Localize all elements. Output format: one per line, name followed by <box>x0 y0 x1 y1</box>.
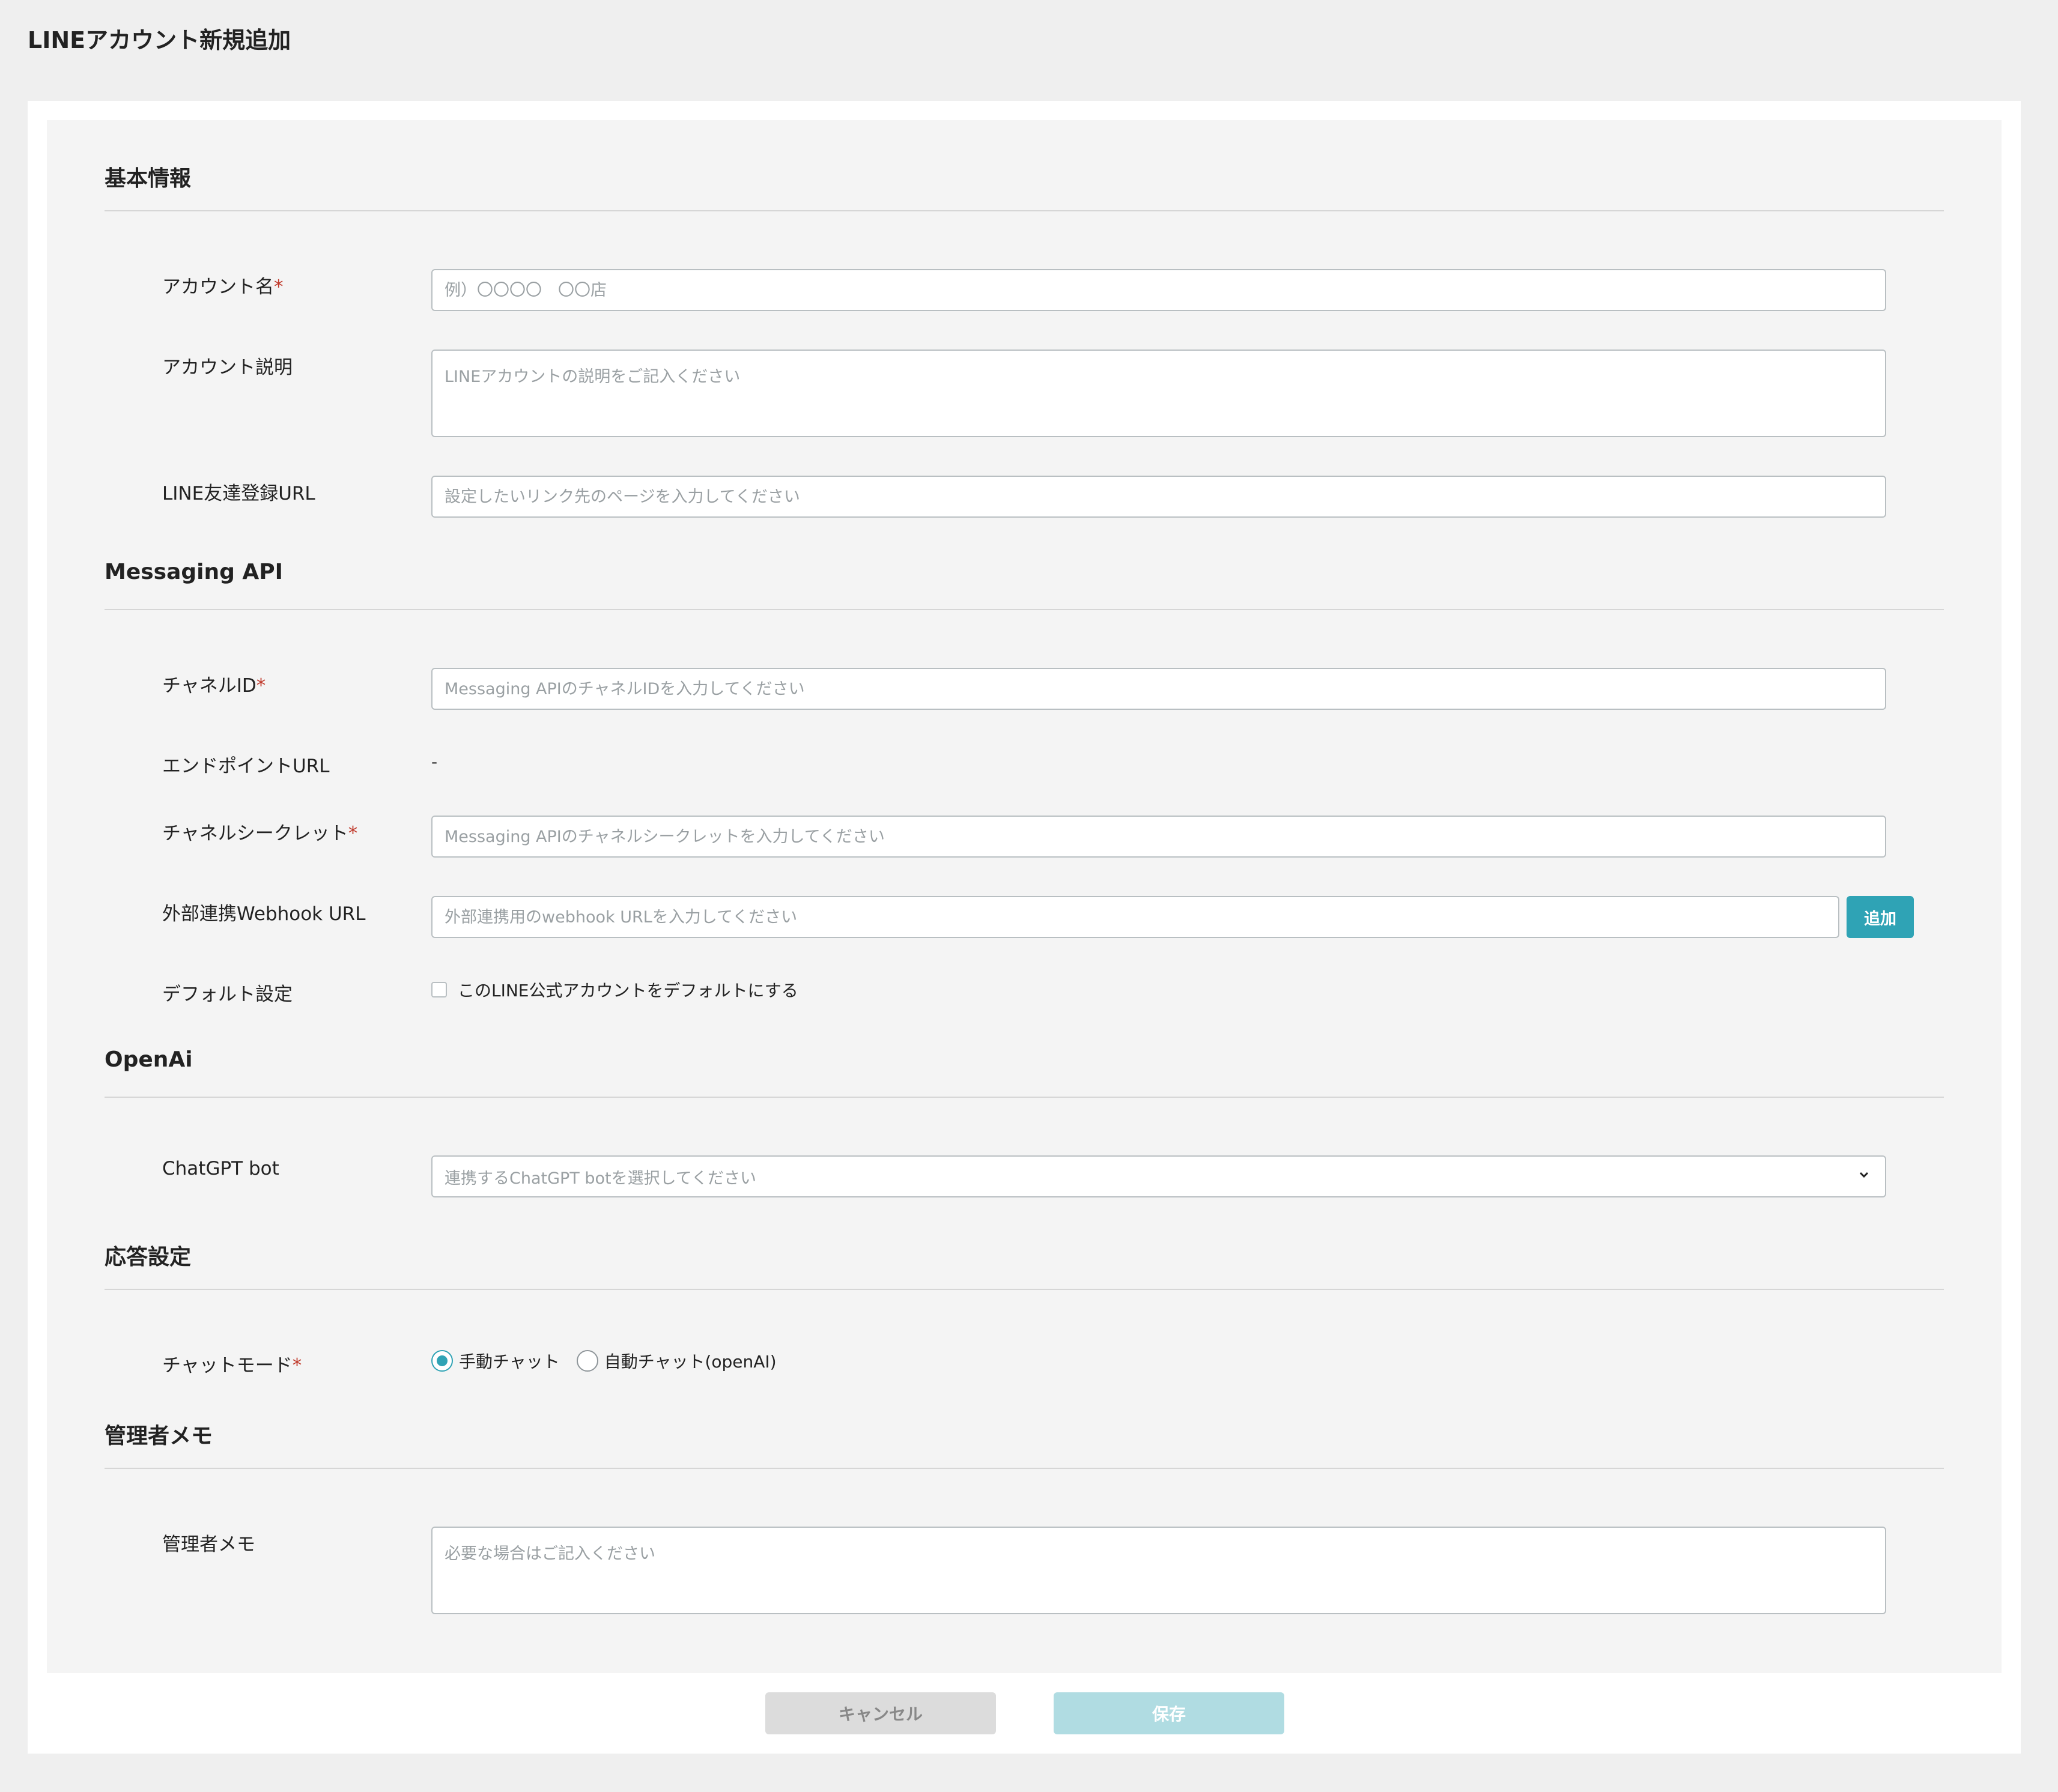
account-desc-label: アカウント説明 <box>162 357 293 378</box>
form-panel: 基本情報 アカウント名* アカウント説明 LINE友達登録URL Messagi… <box>47 120 2002 1673</box>
auto-chat-radio[interactable] <box>576 1350 598 1372</box>
channel-id-input[interactable] <box>431 668 1886 710</box>
channel-secret-label: チャネルシークレット* <box>162 818 357 845</box>
channel-id-label-text: チャネルID <box>162 675 256 697</box>
chat-mode-radio-group: 手動チャット 自動チャット(openAI) <box>431 1349 794 1373</box>
webhook-url-input[interactable] <box>431 896 1839 938</box>
default-checkbox-label: このLINE公式アカウントをデフォルトにする <box>458 981 798 1000</box>
account-desc-textarea[interactable] <box>431 350 1886 437</box>
required-mark: * <box>292 1355 302 1376</box>
admin-memo-label: 管理者メモ <box>162 1534 255 1555</box>
section-divider <box>105 609 1944 610</box>
form-card: 基本情報 アカウント名* アカウント説明 LINE友達登録URL Messagi… <box>28 101 2021 1754</box>
chevron-down-icon <box>1857 1167 1871 1185</box>
default-checkbox-row[interactable]: このLINE公式アカウントをデフォルトにする <box>431 978 798 1002</box>
admin-memo-textarea[interactable] <box>431 1527 1886 1614</box>
section-divider <box>105 210 1944 211</box>
section-divider <box>105 1289 1944 1290</box>
required-mark: * <box>274 276 284 298</box>
webhook-url-label: 外部連携Webhook URL <box>162 903 366 925</box>
channel-secret-label-text: チャネルシークレット <box>162 823 348 844</box>
save-button[interactable]: 保存 <box>1054 1692 1284 1734</box>
channel-id-label: チャネルID* <box>162 670 266 697</box>
friend-url-input[interactable] <box>431 476 1886 518</box>
friend-url-label: LINE友達登録URL <box>162 483 315 504</box>
section-title-memo: 管理者メモ <box>105 1424 213 1448</box>
channel-secret-input[interactable] <box>431 816 1886 858</box>
endpoint-url-label: エンドポイントURL <box>162 755 330 777</box>
page-title: LINEアカウント新規追加 <box>28 27 291 53</box>
chatgpt-bot-select[interactable]: 連携するChatGPT botを選択してください <box>431 1155 1886 1197</box>
radio-selected-dot <box>437 1355 448 1366</box>
required-mark: * <box>348 823 358 844</box>
account-name-label-text: アカウント名 <box>162 276 274 298</box>
cancel-button[interactable]: キャンセル <box>765 1692 996 1734</box>
section-title-basic: 基本情報 <box>105 166 192 191</box>
chat-mode-label-text: チャットモード <box>162 1355 293 1376</box>
manual-chat-label[interactable]: 手動チャット <box>459 1349 560 1373</box>
section-title-openai: OpenAi <box>105 1047 193 1072</box>
default-checkbox[interactable] <box>431 982 447 997</box>
manual-chat-radio[interactable] <box>431 1350 453 1372</box>
section-title-response: 応答設定 <box>105 1245 192 1270</box>
endpoint-url-value: - <box>431 752 438 772</box>
account-name-input[interactable] <box>431 269 1886 311</box>
add-webhook-button[interactable]: 追加 <box>1847 896 1914 938</box>
required-mark: * <box>256 675 266 697</box>
chat-mode-label: チャットモード* <box>162 1350 302 1377</box>
account-name-label: アカウント名* <box>162 271 284 298</box>
auto-chat-label[interactable]: 自動チャット(openAI) <box>604 1349 777 1373</box>
chatgpt-bot-label: ChatGPT bot <box>162 1158 279 1179</box>
chatgpt-bot-select-value: 連携するChatGPT botを選択してください <box>445 1169 756 1188</box>
section-divider <box>105 1097 1944 1098</box>
section-title-messaging: Messaging API <box>105 560 284 584</box>
default-setting-label: デフォルト設定 <box>162 984 293 1005</box>
section-divider <box>105 1468 1944 1469</box>
